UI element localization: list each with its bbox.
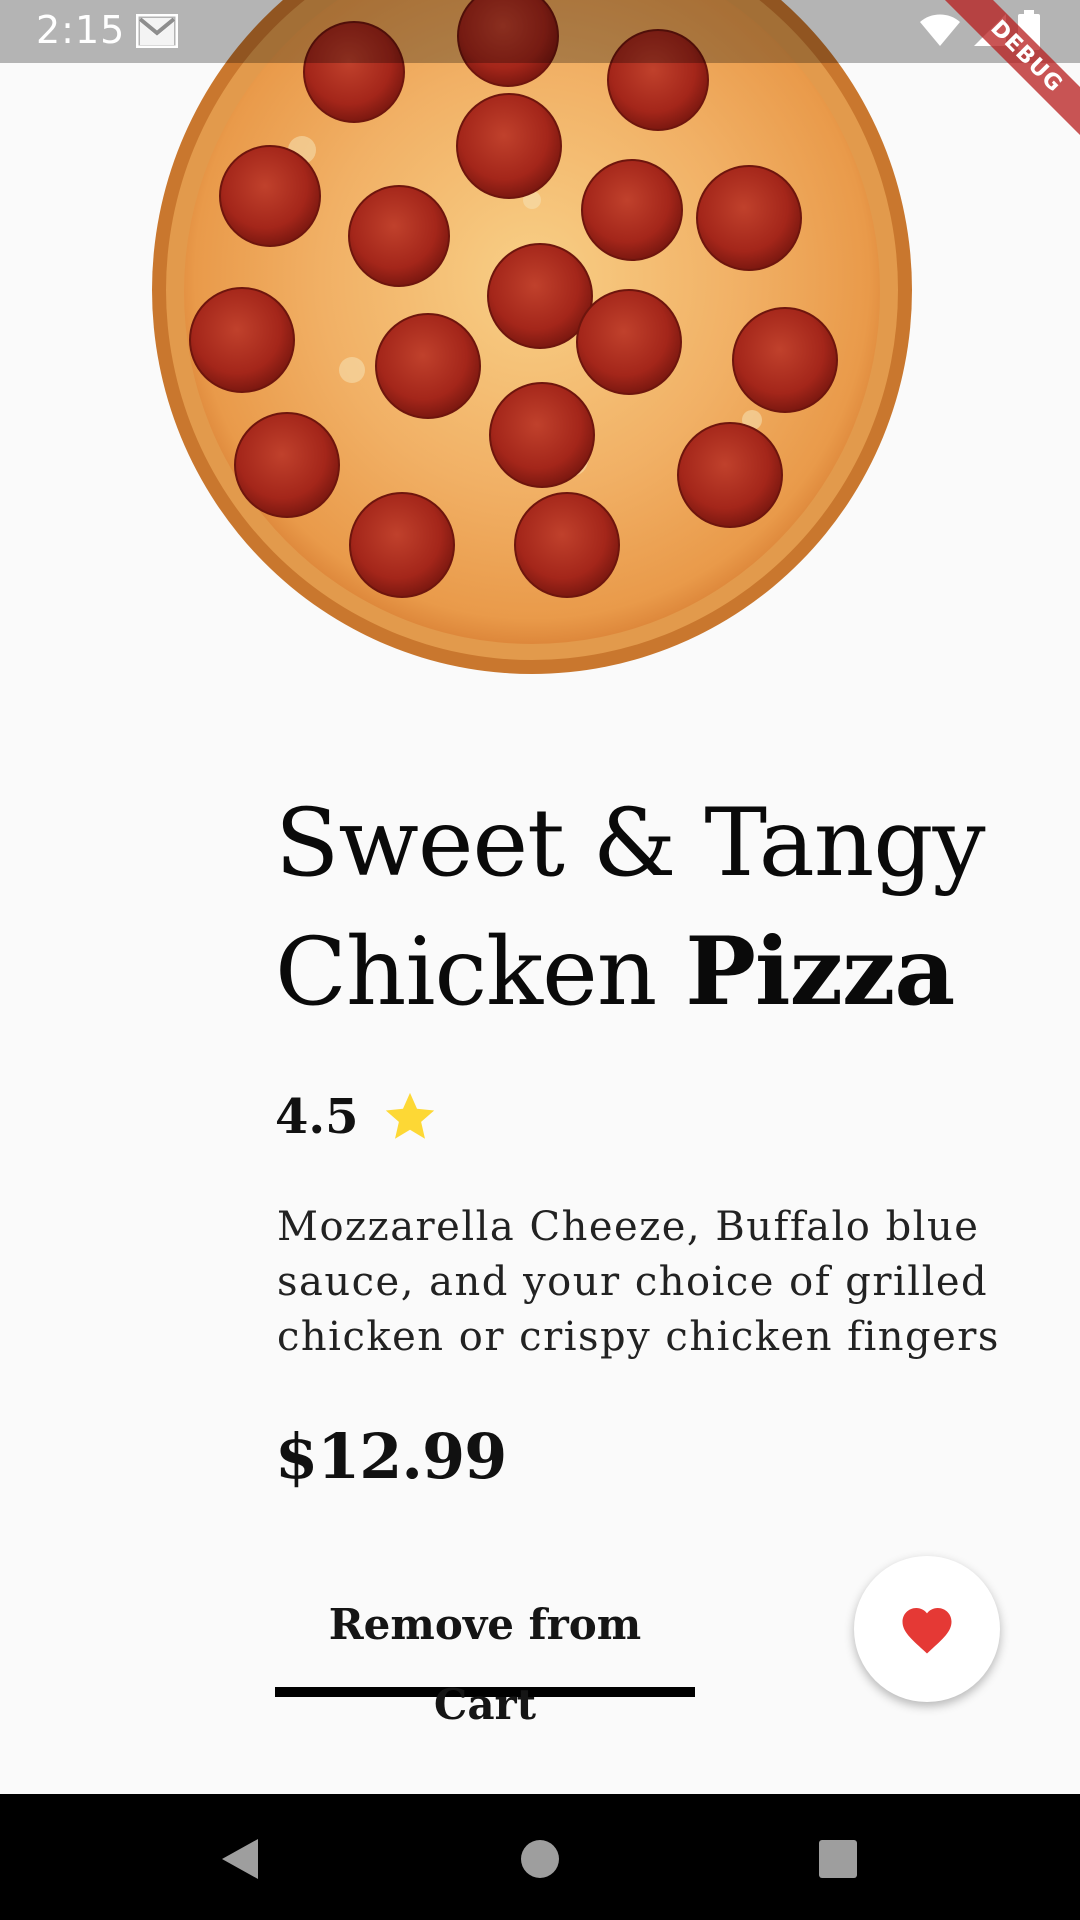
product-price: $12.99 [275, 1420, 507, 1493]
favorite-button[interactable] [854, 1556, 1000, 1702]
home-icon[interactable] [505, 1824, 575, 1894]
pizza-image [150, 0, 914, 676]
product-title: Sweet & Tangy Chicken Pizza [275, 780, 1015, 1037]
heart-icon [899, 1603, 955, 1655]
wifi-icon [918, 12, 962, 52]
cell-signal-icon [972, 12, 1008, 52]
status-icons [918, 10, 1040, 54]
rating-value: 4.5 [275, 1089, 359, 1145]
navigation-bar [0, 1794, 1080, 1920]
rating: 4.5 [275, 1088, 439, 1146]
product-description: Mozzarella Cheeze, Buffalo blue sauce, a… [277, 1204, 1000, 1360]
gmail-icon [135, 13, 179, 49]
star-icon [381, 1088, 439, 1146]
status-time: 2:15 [36, 8, 126, 52]
recents-icon[interactable] [803, 1824, 873, 1894]
product-detail-screen: 2:15 DEBUG Sweet & Tangy Chicken Pizza 4… [0, 0, 1080, 1920]
battery-icon [1018, 10, 1040, 54]
status-bar: 2:15 [0, 0, 1080, 63]
back-icon[interactable] [205, 1824, 275, 1894]
remove-from-cart-button[interactable]: Remove from Cart [275, 1585, 695, 1729]
product-title-bold: Pizza [685, 917, 955, 1027]
